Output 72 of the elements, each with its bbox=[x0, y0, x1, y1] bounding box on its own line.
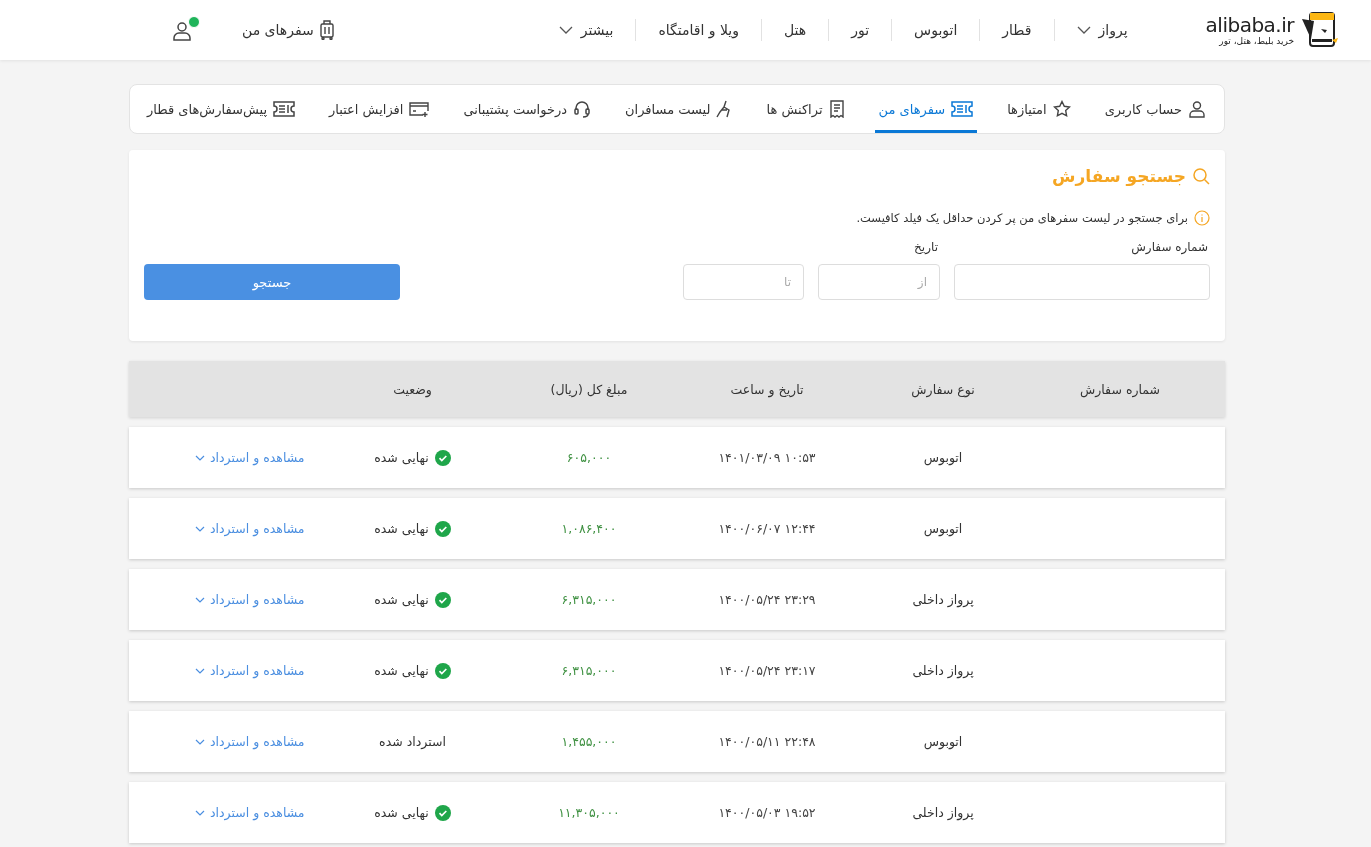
chevron-down-icon bbox=[195, 738, 205, 745]
ticket-icon bbox=[273, 101, 295, 117]
order-type: پرواز داخلی bbox=[911, 805, 975, 820]
info-icon bbox=[1194, 210, 1210, 226]
tab[interactable]: لیست مسافران bbox=[621, 85, 737, 133]
order-type: پرواز داخلی bbox=[911, 592, 975, 607]
column-header: نوع سفارش bbox=[910, 381, 976, 397]
order-datetime: ۱۴۰۰/۰۵/۲۴ ۲۳:۲۹ bbox=[717, 592, 817, 607]
card-plus-icon bbox=[409, 101, 430, 117]
order-status: استرداد شده bbox=[379, 734, 446, 749]
my-trips-link[interactable]: سفرهای من bbox=[242, 20, 334, 40]
tab[interactable]: پیش‌سفارش‌های قطار bbox=[143, 85, 299, 133]
column-header: شماره سفارش bbox=[1079, 381, 1161, 397]
chevron-down-icon bbox=[195, 809, 205, 816]
person-icon bbox=[1188, 100, 1206, 118]
order-type: اتوبوس bbox=[922, 521, 964, 536]
order-type: پرواز داخلی bbox=[911, 663, 975, 678]
search-title: جستجو سفارش bbox=[1052, 166, 1186, 186]
order-datetime: ۱۴۰۰/۰۵/۰۳ ۱۹:۵۲ bbox=[717, 805, 817, 820]
chevron-down-icon bbox=[195, 454, 205, 461]
order-status: نهایی شده bbox=[374, 663, 429, 678]
nav-link[interactable]: هتل bbox=[760, 19, 829, 41]
order-amount: ۶,۳۱۵,۰۰۰ bbox=[560, 592, 618, 607]
logo-wordmark[interactable]: alibaba.ir bbox=[1205, 14, 1294, 36]
column-header: وضعیت bbox=[392, 381, 433, 397]
tab[interactable]: افزایش اعتبار bbox=[325, 85, 434, 133]
tab[interactable]: سفرهای من bbox=[874, 85, 978, 133]
date-from-field[interactable]: از bbox=[818, 264, 940, 300]
nav-link[interactable]: پرواز bbox=[1053, 19, 1150, 41]
order-amount: ۱,۰۸۶,۴۰۰ bbox=[560, 521, 618, 536]
order-datetime: ۱۴۰۰/۰۶/۰۷ ۱۲:۴۴ bbox=[717, 521, 817, 536]
user-account-button[interactable] bbox=[172, 18, 198, 42]
nav-link[interactable]: تور bbox=[828, 19, 892, 41]
nav-link[interactable]: قطار bbox=[979, 19, 1054, 41]
star-icon bbox=[1052, 100, 1071, 118]
order-status: نهایی شده bbox=[374, 805, 429, 820]
order-status: نهایی شده bbox=[374, 592, 429, 607]
field-label: شماره سفارش bbox=[1130, 240, 1209, 254]
order-amount: ۶۰۵,۰۰۰ bbox=[565, 450, 613, 465]
chevron-down-icon bbox=[195, 667, 205, 674]
receipt-icon bbox=[828, 100, 845, 118]
tab[interactable]: امتیازها bbox=[1003, 85, 1075, 133]
headset-icon bbox=[573, 100, 592, 118]
search-hint: برای جستجو در لیست سفرهای من پر کردن حداقل یک فیلد کافیست. bbox=[856, 211, 1188, 225]
suitcase-icon bbox=[319, 20, 334, 40]
order-datetime: ۱۴۰۰/۰۵/۲۴ ۲۳:۱۷ bbox=[717, 663, 817, 678]
order-amount: ۶,۳۱۵,۰۰۰ bbox=[560, 663, 618, 678]
order-status: نهایی شده bbox=[374, 450, 429, 465]
nav-link[interactable]: اتوبوس bbox=[891, 19, 980, 41]
ticket-icon bbox=[951, 101, 974, 117]
field-label: تاریخ bbox=[913, 240, 939, 254]
order-datetime: ۱۴۰۰/۰۵/۱۱ ۲۲:۴۸ bbox=[717, 734, 817, 749]
chevron-down-icon bbox=[195, 596, 205, 603]
order-datetime: ۱۴۰۱/۰۳/۰۹ ۱۰:۵۳ bbox=[717, 450, 817, 465]
tab[interactable]: درخواست پشتیبانی bbox=[459, 85, 596, 133]
order-amount: ۱۱,۳۰۵,۰۰۰ bbox=[557, 805, 621, 820]
chevron-down-icon bbox=[195, 525, 205, 532]
order-type: اتوبوس bbox=[922, 734, 964, 749]
order-status: نهایی شده bbox=[374, 521, 429, 536]
tab[interactable]: تراکنش ها bbox=[762, 85, 849, 133]
column-header: تاریخ و ساعت bbox=[729, 381, 805, 397]
user-icon bbox=[172, 20, 194, 42]
order-amount: ۱,۴۵۵,۰۰۰ bbox=[560, 734, 618, 749]
order-type: اتوبوس bbox=[922, 450, 964, 465]
logo-tagline: خرید بلیط، هتل، تور bbox=[1219, 36, 1294, 46]
nav-link[interactable]: بیشتر bbox=[536, 19, 636, 41]
nav-link[interactable]: ویلا و اقامتگاه bbox=[635, 19, 761, 41]
tab[interactable]: حساب کاربری bbox=[1100, 85, 1210, 133]
date-to-field[interactable]: تا bbox=[683, 264, 804, 300]
order-number-field[interactable] bbox=[954, 264, 1210, 300]
search-icon bbox=[1192, 167, 1210, 185]
column-header: مبلغ کل (ریال) bbox=[549, 381, 629, 397]
